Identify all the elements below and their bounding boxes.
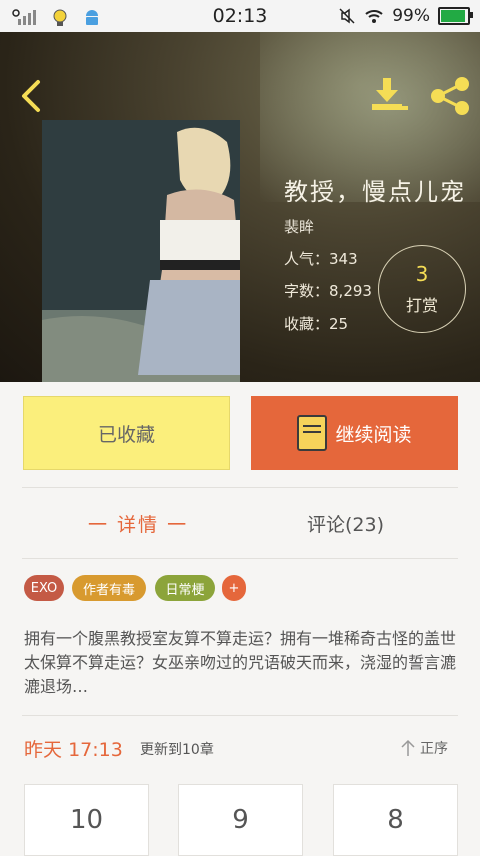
stat-popularity: 人气：343 — [284, 248, 358, 269]
tag-author-toxic[interactable]: 作者有毒 — [72, 575, 146, 601]
tab-details[interactable]: 一 详情 一 — [88, 510, 188, 537]
sort-label: 正序 — [420, 741, 448, 757]
book-icon — [297, 415, 328, 451]
divider — [22, 487, 458, 488]
cover-illustration — [42, 120, 240, 382]
book-cover[interactable] — [42, 120, 240, 382]
favorited-button[interactable]: 已收藏 — [23, 396, 230, 470]
share-icon[interactable] — [428, 76, 472, 116]
stat-value: 343 — [329, 250, 358, 268]
tab-comments[interactable]: 评论(23) — [307, 510, 384, 537]
stat-favorites: 收藏：25 — [284, 313, 348, 334]
chapter-button[interactable]: 10 — [24, 784, 149, 856]
chapter-number: 9 — [232, 805, 249, 835]
stat-label: 字数： — [284, 282, 330, 300]
wifi-icon — [365, 10, 383, 23]
tag-label: EXO — [30, 580, 58, 596]
download-icon[interactable] — [368, 76, 410, 116]
update-time: 昨天 17:13 — [24, 735, 123, 762]
reward-button[interactable]: 3 打赏 — [378, 245, 466, 333]
chapter-button[interactable]: 9 — [178, 784, 303, 856]
back-icon[interactable] — [14, 76, 48, 116]
stat-word-count: 字数：8,293 — [284, 280, 372, 301]
status-bar: 02:13 99% — [0, 0, 480, 32]
update-day: 昨天 — [24, 739, 63, 761]
continue-reading-button[interactable]: 继续阅读 — [251, 396, 458, 470]
battery-percent: 99% — [392, 6, 430, 26]
tag-daily[interactable]: 日常梗 — [155, 575, 215, 601]
arrow-up-icon — [401, 739, 415, 756]
update-clock: 17:13 — [68, 739, 123, 761]
tag-label: 日常梗 — [165, 582, 205, 598]
divider — [22, 715, 458, 716]
book-header: 教授，慢点儿宠 裴眸 人气：343 字数：8,293 收藏：25 3 打赏 — [0, 32, 480, 382]
book-description[interactable]: 拥有一个腹黑教授室友算不算走运？拥有一堆稀奇古怪的盖世太保算不算走运？女巫亲吻过… — [24, 627, 464, 699]
reward-label: 打赏 — [405, 296, 438, 315]
stat-value: 25 — [329, 315, 349, 333]
book-author[interactable]: 裴眸 — [284, 216, 314, 237]
battery-icon — [438, 7, 473, 25]
stat-label: 人气： — [284, 250, 330, 268]
tag-exo[interactable]: EXO — [24, 575, 64, 601]
favorited-label: 已收藏 — [97, 423, 155, 446]
update-info: 更新到10章 — [140, 742, 214, 758]
mute-icon — [339, 8, 355, 24]
chapter-number: 8 — [387, 805, 404, 835]
chapter-number: 10 — [69, 805, 104, 835]
stat-label: 收藏： — [284, 315, 330, 333]
reward-count: 3 — [415, 262, 429, 286]
tag-label: 作者有毒 — [82, 582, 135, 598]
add-tag-label: + — [228, 580, 240, 596]
stat-value: 8,293 — [329, 282, 372, 300]
divider — [22, 558, 458, 559]
chapter-button[interactable]: 8 — [333, 784, 458, 856]
continue-reading-label: 继续阅读 — [335, 423, 412, 446]
sort-toggle[interactable]: 正序 — [400, 738, 448, 758]
book-title: 教授，慢点儿宠 — [284, 178, 466, 206]
add-tag-button[interactable]: + — [222, 575, 246, 601]
